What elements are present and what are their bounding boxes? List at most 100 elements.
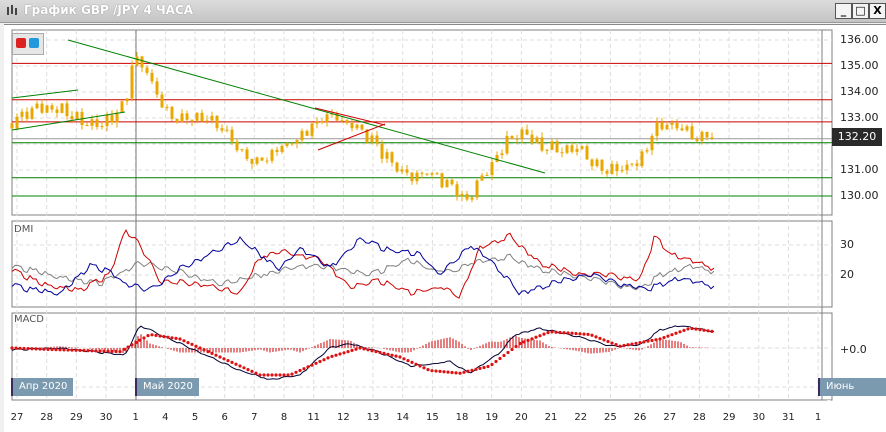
candle-body — [165, 106, 169, 108]
candle-body — [195, 112, 199, 121]
trend-line — [11, 89, 79, 99]
candle-body — [240, 149, 244, 151]
macd-signal-dot — [174, 336, 178, 340]
candle-body — [700, 131, 704, 142]
macd-signal-dot — [238, 364, 242, 368]
macd-signal-dot — [574, 331, 578, 336]
trend-line — [67, 39, 546, 174]
macd-signal-dot — [434, 369, 438, 373]
red-scheme-icon[interactable] — [16, 38, 26, 48]
candle-body — [230, 129, 234, 142]
macd-signal-dot — [538, 334, 542, 338]
candle-body — [95, 119, 99, 127]
macd-signal-dot — [222, 357, 226, 361]
chart-canvas[interactable] — [0, 0, 886, 431]
month-label-may: Май 2020 — [135, 378, 199, 396]
date-tick: 18 — [455, 412, 469, 423]
candle-body — [660, 122, 664, 130]
macd-signal-dot — [98, 349, 102, 353]
macd-signal-dot — [390, 353, 394, 357]
macd-signal-dot — [162, 335, 166, 339]
macd-signal-dot — [586, 332, 590, 336]
macd-signal-dot — [374, 350, 378, 354]
macd-signal-dot — [290, 372, 294, 376]
candle-body — [485, 175, 489, 177]
macd-signal-dot — [334, 353, 338, 357]
macd-tick: +0.0 — [840, 343, 867, 356]
macd-signal-dot — [710, 329, 714, 333]
macd-signal-dot — [134, 340, 138, 345]
macd-signal-dot — [294, 370, 298, 374]
macd-signal-dot — [382, 351, 386, 355]
candle-body — [495, 155, 499, 163]
date-tick: 19 — [485, 412, 499, 423]
candle-body — [395, 162, 399, 172]
candle-body — [645, 150, 649, 152]
candle-body — [255, 157, 259, 164]
macd-signal-dot — [566, 331, 570, 335]
candle-body — [120, 101, 124, 113]
candle-body — [305, 130, 309, 136]
macd-signal-dot — [66, 348, 70, 352]
candle-body — [625, 164, 629, 171]
candle-body — [215, 115, 219, 129]
macd-signal-dot — [46, 347, 50, 351]
macd-signal-dot — [690, 326, 694, 331]
candle-body — [150, 72, 154, 82]
candle-body — [635, 163, 639, 166]
macd-signal-dot — [450, 370, 454, 375]
candle-body — [75, 111, 79, 120]
candle-body — [185, 113, 189, 120]
candle-body — [290, 143, 294, 145]
candle-body — [490, 162, 494, 176]
macd-signal-dot — [150, 333, 154, 337]
candle-body — [105, 115, 109, 127]
macd-signal-dot — [82, 348, 86, 353]
macd-signal-dot — [42, 347, 46, 351]
macd-signal-dot — [166, 335, 170, 339]
candle-body — [430, 173, 434, 175]
candle-body — [245, 149, 249, 159]
candle-body — [410, 172, 414, 182]
macd-signal-dot — [90, 349, 94, 353]
macd-signal-dot — [266, 373, 270, 377]
candle-body — [545, 149, 549, 151]
candle-body — [665, 124, 669, 130]
candle-body — [85, 124, 89, 126]
blue-scheme-icon[interactable] — [29, 38, 39, 48]
macd-signal-dot — [54, 348, 58, 352]
macd-signal-dot — [258, 373, 262, 377]
macd-signal-dot — [118, 350, 122, 354]
macd-signal-dot — [214, 353, 218, 357]
macd-signal-dot — [198, 346, 202, 350]
macd-signal-dot — [414, 362, 418, 366]
macd-signal-dot — [578, 332, 582, 336]
macd-signal-dot — [406, 359, 410, 363]
macd-signal-dot — [526, 338, 530, 342]
candle-body — [355, 124, 359, 129]
macd-signal-dot — [126, 345, 130, 349]
macd-signal-dot — [594, 335, 598, 339]
macd-signal-dot — [598, 336, 602, 340]
candle-body — [315, 121, 319, 124]
candle-body — [220, 128, 224, 131]
macd-signal-dot — [650, 338, 654, 343]
macd-signal-dot — [190, 342, 194, 346]
candle-body — [580, 146, 584, 149]
macd-signal-dot — [186, 341, 190, 345]
date-tick: 30 — [99, 412, 113, 423]
macd-signal-dot — [362, 347, 366, 351]
candle-body — [425, 173, 429, 175]
color-scheme-buttons[interactable] — [12, 33, 44, 55]
macd-signal-dot — [682, 328, 686, 332]
indicator-panel — [11, 29, 833, 216]
candle-body — [515, 138, 519, 140]
candle-body — [205, 120, 209, 122]
candle-body — [235, 141, 239, 151]
date-tick: 28 — [40, 412, 54, 423]
macd-signal-dot — [154, 333, 158, 337]
macd-signal-dot — [18, 346, 22, 350]
macd-signal-dot — [402, 357, 406, 361]
date-tick: 25 — [604, 412, 617, 423]
candle-body — [175, 118, 179, 122]
